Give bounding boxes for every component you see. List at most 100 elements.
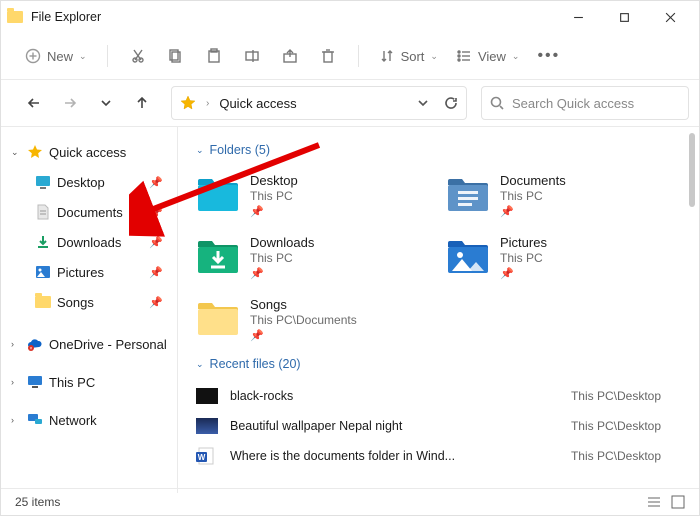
folder-name: Documents — [500, 173, 566, 188]
close-button[interactable] — [647, 1, 693, 33]
pin-icon: 📌 — [149, 236, 163, 249]
sidebar-thispc[interactable]: › This PC — [1, 367, 177, 397]
recent-name: black-rocks — [230, 389, 293, 403]
refresh-button[interactable] — [444, 96, 458, 110]
desktop-folder-icon — [196, 175, 240, 215]
sort-button[interactable]: Sort ⌄ — [379, 48, 438, 64]
pin-icon: 📌 — [500, 267, 547, 280]
content-pane: ⌄ Folders (5) DesktopThis PC📌 DocumentsT… — [178, 127, 699, 493]
image-thumb — [196, 388, 218, 404]
copy-button[interactable] — [166, 46, 186, 66]
recent-name: Beautiful wallpaper Nepal night — [230, 419, 402, 433]
folders-header[interactable]: ⌄ Folders (5) — [196, 143, 691, 157]
folder-icon — [196, 299, 240, 339]
window-title: File Explorer — [31, 10, 101, 24]
view-button[interactable]: View ⌄ — [456, 48, 520, 64]
pin-icon: 📌 — [149, 266, 163, 279]
new-button[interactable]: New ⌄ — [25, 48, 87, 64]
recent-header-text: Recent files (20) — [210, 357, 301, 371]
recent-item[interactable]: Beautiful wallpaper Nepal night This PC\… — [196, 411, 691, 441]
rename-button[interactable] — [242, 46, 262, 66]
folder-name: Pictures — [500, 235, 547, 250]
desktop-icon — [35, 174, 51, 190]
scrollbar[interactable] — [689, 133, 695, 207]
pc-icon — [27, 374, 43, 390]
recent-location: This PC\Desktop — [571, 419, 691, 433]
folder-songs[interactable]: SongsThis PC\Documents📌 — [196, 291, 426, 347]
sidebar-network[interactable]: › Network — [1, 405, 177, 435]
folder-pictures[interactable]: PicturesThis PC 📌 — [446, 229, 676, 285]
document-icon — [35, 204, 51, 220]
chevron-down-icon: ⌄ — [11, 147, 21, 158]
sort-label: Sort — [401, 49, 425, 64]
star-icon — [180, 95, 196, 111]
downloads-folder-icon — [196, 237, 240, 277]
app-icon — [7, 9, 23, 25]
sidebar: ⌄ Quick access Desktop 📌 Documents 📌 Dow… — [1, 127, 178, 493]
recent-header[interactable]: ⌄ Recent files (20) — [196, 357, 691, 371]
share-button[interactable] — [280, 46, 300, 66]
chevron-right-icon: › — [11, 339, 21, 349]
folder-path: This PC — [250, 251, 314, 265]
forward-button[interactable] — [55, 88, 85, 118]
status-bar: 25 items — [1, 488, 699, 515]
delete-button[interactable] — [318, 46, 338, 66]
sidebar-item-desktop[interactable]: Desktop 📌 — [1, 167, 177, 197]
nav-row: › Quick access Search Quick access — [1, 80, 699, 127]
folder-icon — [35, 294, 51, 310]
recent-item[interactable]: W Where is the documents folder in Wind.… — [196, 441, 691, 471]
sidebar-quick-access[interactable]: ⌄ Quick access — [1, 137, 177, 167]
paste-button[interactable] — [204, 46, 224, 66]
minimize-button[interactable] — [555, 1, 601, 33]
folder-path: This PC — [500, 189, 566, 203]
sidebar-item-label: This PC — [49, 375, 95, 390]
titlebar: File Explorer — [1, 1, 699, 33]
sidebar-item-documents[interactable]: Documents 📌 — [1, 197, 177, 227]
sidebar-item-label: Network — [49, 413, 97, 428]
recent-location: This PC\Desktop — [571, 389, 691, 403]
search-box[interactable]: Search Quick access — [481, 86, 689, 120]
folder-desktop[interactable]: DesktopThis PC📌 — [196, 167, 426, 223]
network-icon — [27, 412, 43, 428]
sidebar-item-songs[interactable]: Songs 📌 — [1, 287, 177, 317]
pin-icon: 📌 — [149, 176, 163, 189]
toolbar: New ⌄ Sort ⌄ View ⌄ ••• — [1, 33, 699, 80]
details-view-button[interactable] — [647, 495, 661, 509]
folder-name: Songs — [250, 297, 357, 312]
star-icon — [27, 144, 43, 160]
pin-icon: 📌 — [500, 205, 566, 218]
chevron-down-icon: ⌄ — [196, 359, 204, 370]
item-count: 25 items — [15, 495, 60, 509]
thumbnails-view-button[interactable] — [671, 495, 685, 509]
folder-documents[interactable]: DocumentsThis PC 📌 — [446, 167, 676, 223]
pictures-icon — [35, 264, 51, 280]
pictures-folder-icon — [446, 237, 490, 277]
sidebar-item-downloads[interactable]: Downloads 📌 — [1, 227, 177, 257]
address-chevron-down-icon[interactable] — [416, 96, 430, 110]
cut-button[interactable] — [128, 46, 148, 66]
folder-downloads[interactable]: DownloadsThis PC📌 — [196, 229, 426, 285]
pin-icon: 📌 — [250, 329, 357, 342]
folder-path: This PC — [500, 251, 547, 265]
address-text: Quick access — [219, 96, 296, 111]
folder-name: Desktop — [250, 173, 298, 188]
sidebar-onedrive[interactable]: › × OneDrive - Personal — [1, 329, 177, 359]
sidebar-item-label: Downloads — [57, 235, 121, 250]
svg-text:×: × — [30, 346, 33, 352]
recent-item[interactable]: black-rocks This PC\Desktop — [196, 381, 691, 411]
pin-icon: 📌 — [149, 296, 163, 309]
more-button[interactable]: ••• — [537, 47, 560, 65]
sidebar-item-pictures[interactable]: Pictures 📌 — [1, 257, 177, 287]
folders-header-text: Folders (5) — [210, 143, 270, 157]
up-button[interactable] — [127, 88, 157, 118]
pin-icon: 📌 — [250, 267, 314, 280]
recent-location: This PC\Desktop — [571, 449, 691, 463]
maximize-button[interactable] — [601, 1, 647, 33]
address-bar[interactable]: › Quick access — [171, 86, 467, 120]
sidebar-item-label: Desktop — [57, 175, 105, 190]
svg-text:W: W — [198, 453, 206, 462]
back-button[interactable] — [19, 88, 49, 118]
search-placeholder: Search Quick access — [512, 96, 634, 111]
pin-icon: 📌 — [250, 205, 298, 218]
recent-locations-button[interactable] — [91, 88, 121, 118]
